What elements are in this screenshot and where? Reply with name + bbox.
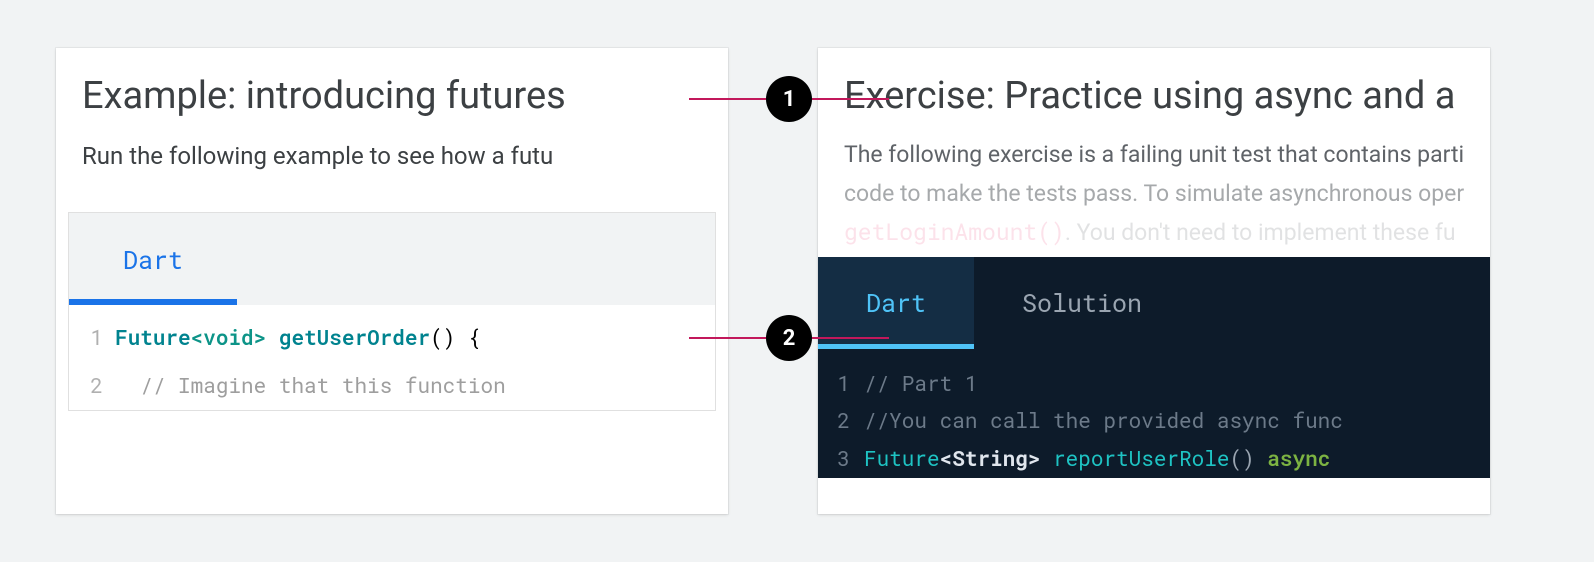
callout-2: 2: [689, 315, 889, 361]
exercise-body-line: getLoginAmount(). You don't need to impl…: [844, 215, 1464, 251]
callout-badge-1: 1: [766, 76, 812, 122]
exercise-heading: Exercise: Practice using async and a: [818, 48, 1490, 138]
callout-1: 1: [689, 76, 889, 122]
callout-connector: [689, 98, 766, 100]
example-tabs: Dart: [69, 213, 715, 305]
line-number: 1: [818, 365, 864, 403]
line-number: 2: [818, 402, 864, 440]
code-line: 1 // Part 1: [818, 365, 1490, 403]
callout-connector: [812, 98, 889, 100]
code-line: 3 Future<String> reportUserRole() async: [818, 440, 1490, 478]
callout-badge-2: 2: [766, 315, 812, 361]
exercise-editor: Dart Solution 1 // Part 1 2 //You can ca…: [818, 257, 1490, 478]
example-code-area[interactable]: 1 Future<void> getUserOrder() { 2 // Ima…: [69, 305, 715, 410]
tab-dart[interactable]: Dart: [69, 213, 237, 305]
tab-solution[interactable]: Solution: [974, 257, 1190, 349]
code-line: 2 //You can call the provided async func: [818, 402, 1490, 440]
example-heading: Example: introducing futures: [56, 48, 728, 138]
comparison-figure: Example: introducing futures Run the fol…: [56, 48, 1538, 514]
callout-connector: [812, 337, 889, 339]
line-number: 2: [69, 361, 115, 409]
exercise-card: Exercise: Practice using async and a The…: [818, 48, 1490, 514]
example-card: Example: introducing futures Run the fol…: [56, 48, 728, 514]
exercise-code-area[interactable]: 1 // Part 1 2 //You can call the provide…: [818, 349, 1490, 478]
exercise-body-text: The following exercise is a failing unit…: [818, 138, 1490, 255]
exercise-body-line: The following exercise is a failing unit…: [844, 138, 1464, 173]
code-line: 1 Future<void> getUserOrder() {: [69, 313, 715, 361]
code-line: 2 // Imagine that this function: [69, 361, 715, 409]
exercise-tabs: Dart Solution: [818, 257, 1490, 349]
callout-connector: [689, 337, 766, 339]
example-body-text: Run the following example to see how a f…: [56, 138, 728, 212]
line-number: 3: [818, 440, 864, 478]
example-editor: Dart 1 Future<void> getUserOrder() { 2 /…: [68, 212, 716, 411]
line-number: 1: [69, 313, 115, 361]
exercise-body-line: code to make the tests pass. To simulate…: [844, 177, 1464, 212]
